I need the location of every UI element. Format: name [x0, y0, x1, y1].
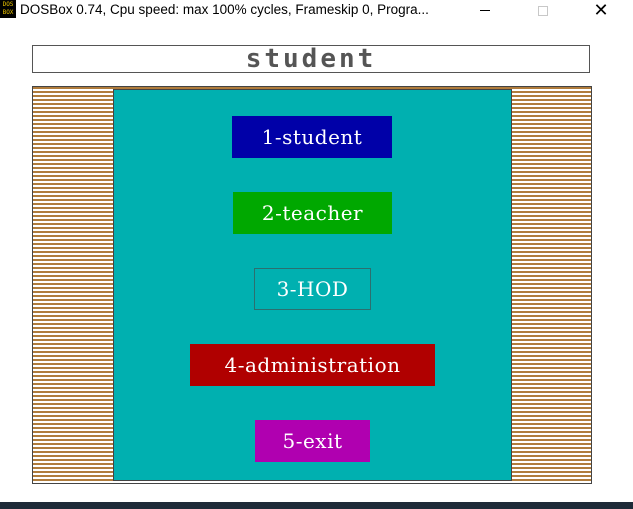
window-title-bar[interactable]: DOS BOX DOSBox 0.74, Cpu speed: max 100%… — [0, 0, 633, 22]
exit-button[interactable]: 5-exit — [255, 420, 370, 462]
dos-screen[interactable]: student 1-student 2-teacher 3-HOD 4-admi… — [0, 22, 633, 502]
maximize-icon — [538, 5, 548, 16]
minimize-icon — [480, 10, 490, 11]
taskbar-edge — [0, 502, 633, 509]
close-icon: ✕ — [593, 0, 609, 21]
maximize-button[interactable] — [520, 0, 566, 21]
teacher-button[interactable]: 2-teacher — [233, 192, 392, 234]
minimize-button[interactable] — [462, 0, 508, 21]
student-button[interactable]: 1-student — [232, 116, 392, 158]
hod-button[interactable]: 3-HOD — [254, 268, 371, 310]
menu-panel: 1-student 2-teacher 3-HOD 4-administrati… — [113, 89, 512, 481]
close-button[interactable]: ✕ — [578, 0, 624, 21]
dosbox-icon[interactable]: DOS BOX — [0, 0, 16, 18]
window-title: DOSBox 0.74, Cpu speed: max 100% cycles,… — [20, 2, 429, 17]
header-box: student — [32, 45, 590, 73]
page-title: student — [245, 44, 377, 74]
striped-frame: 1-student 2-teacher 3-HOD 4-administrati… — [32, 86, 592, 484]
administration-button[interactable]: 4-administration — [190, 344, 435, 386]
